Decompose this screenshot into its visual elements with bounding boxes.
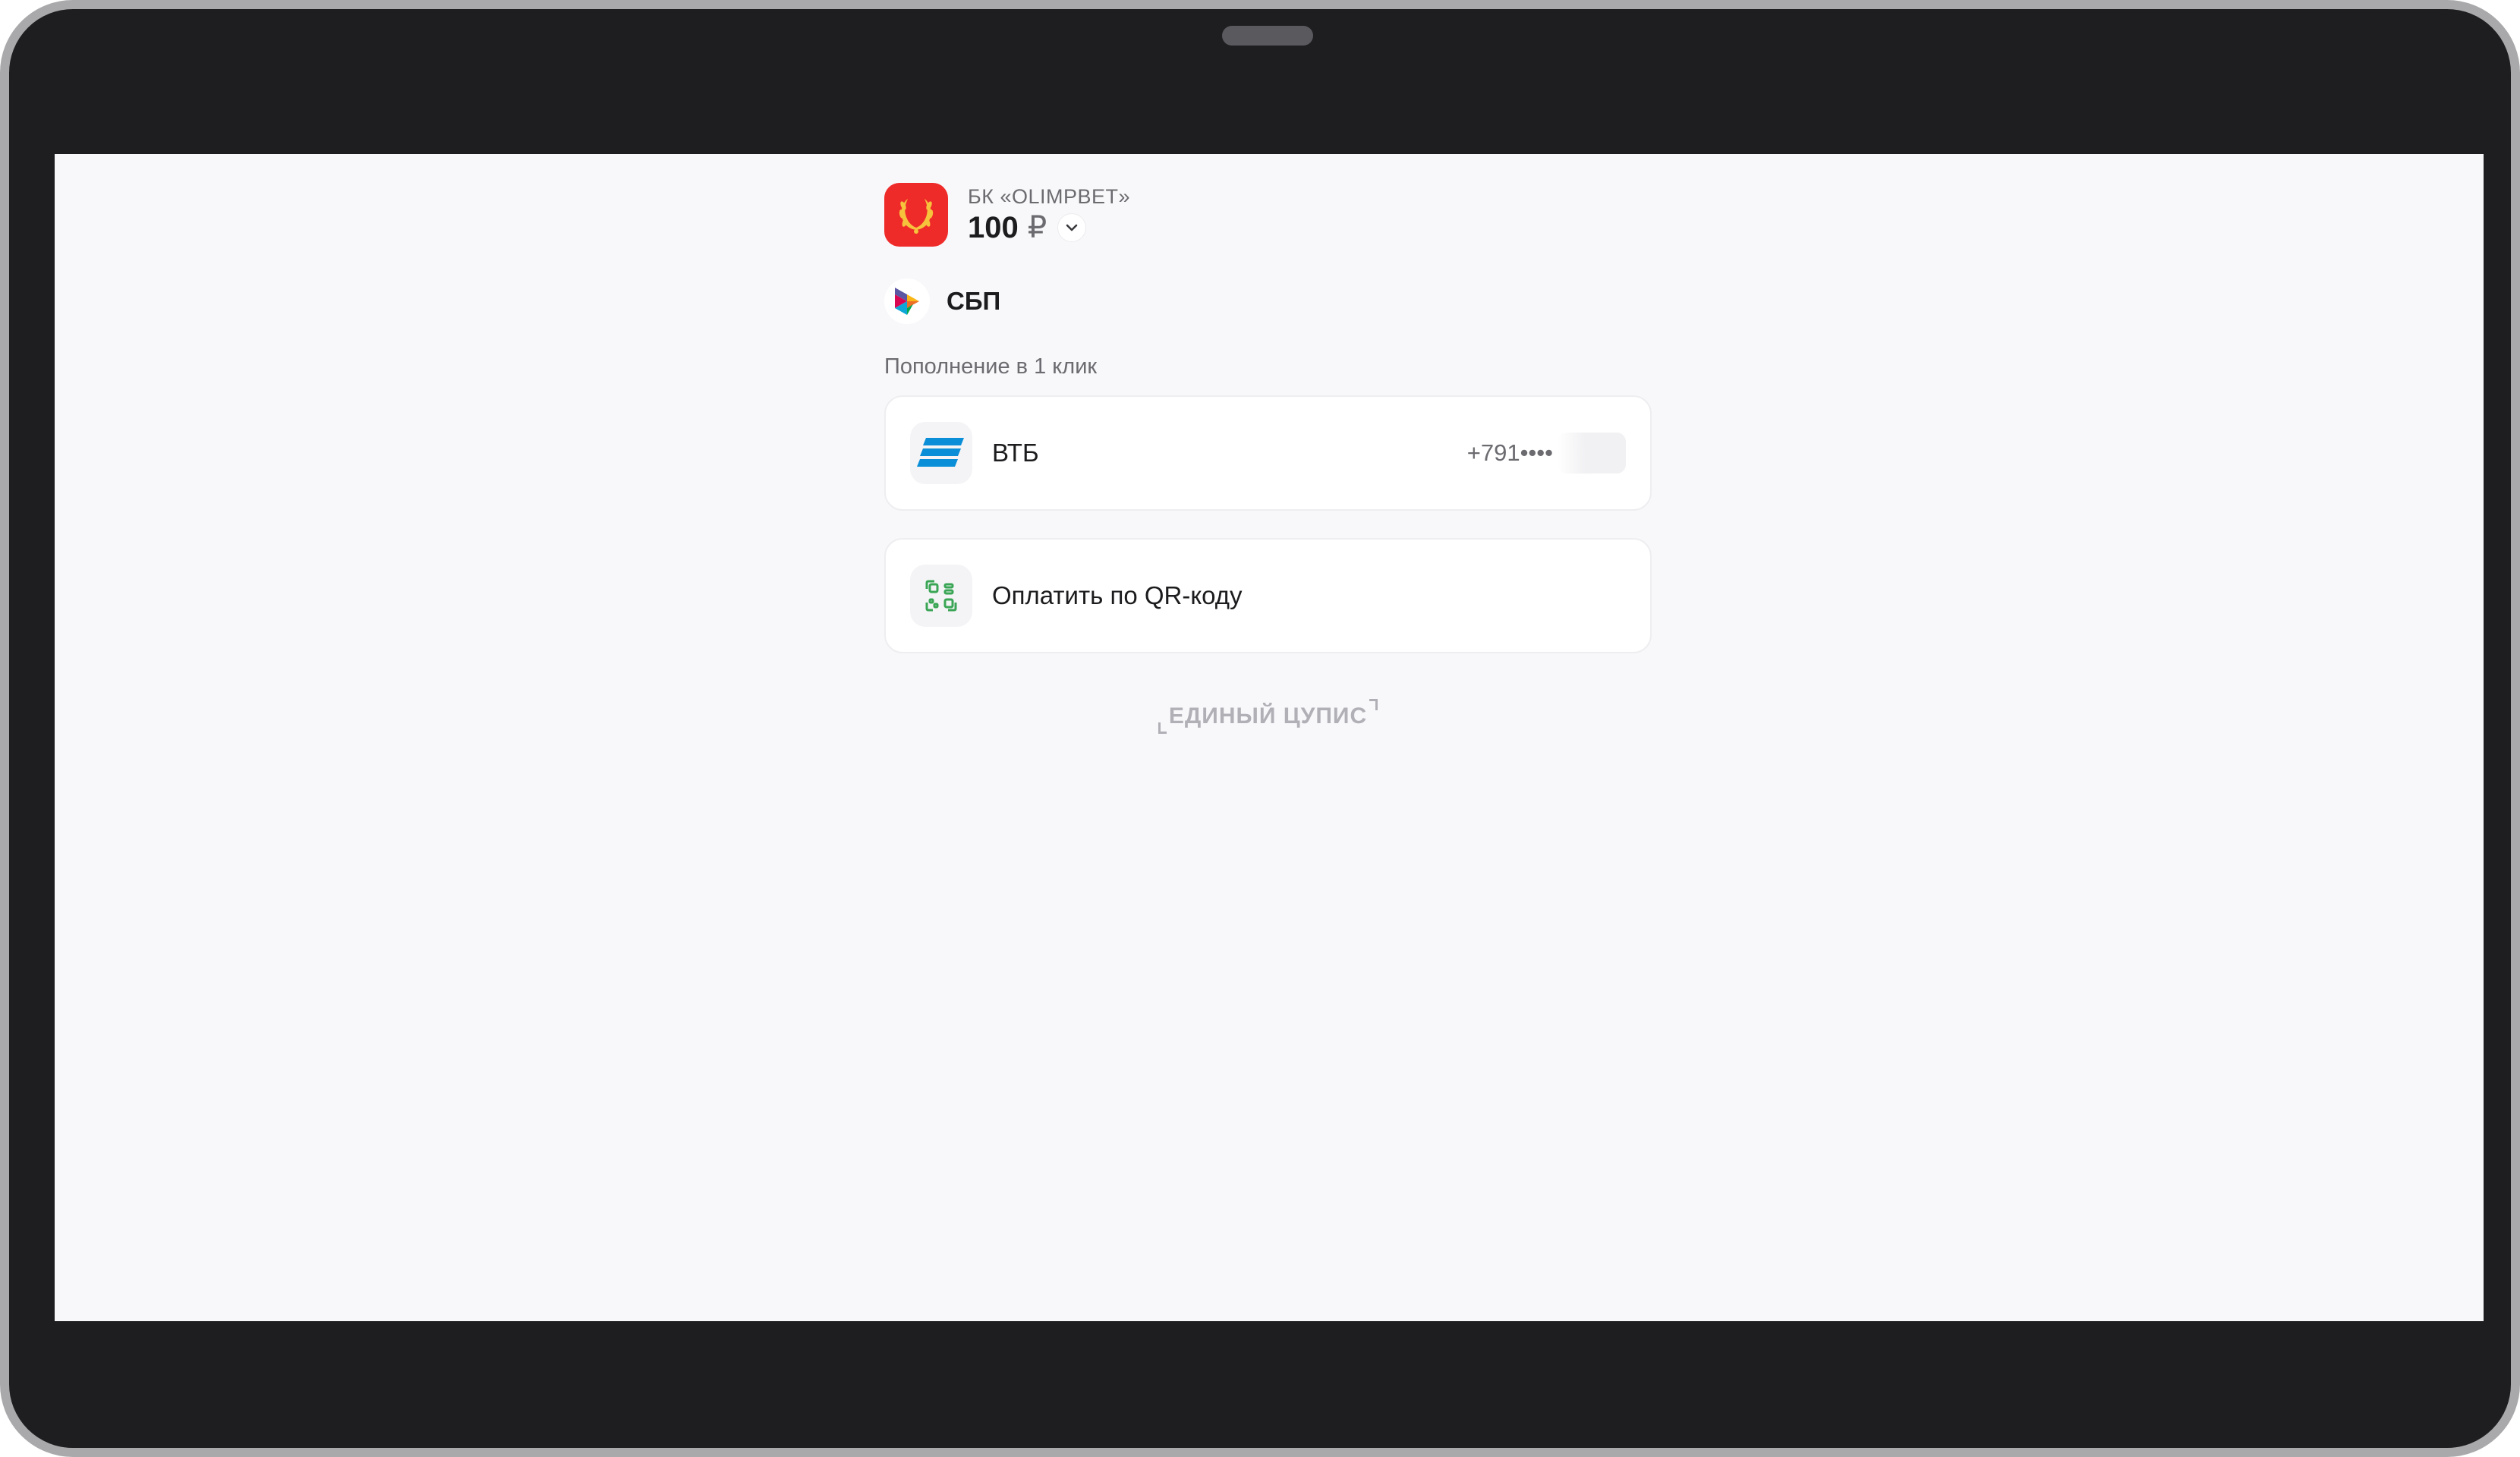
cupis-brand-text: ЕДИНЫЙ ЦУПИС bbox=[1168, 703, 1368, 728]
bracket-right-icon bbox=[1369, 699, 1378, 710]
qr-code-icon bbox=[910, 565, 972, 627]
camera-notch bbox=[1222, 26, 1313, 46]
payment-method-label: СБП bbox=[947, 287, 1001, 315]
bank-name: ВТБ bbox=[992, 439, 1039, 467]
footer-brand: ЕДИНЫЙ ЦУПИС bbox=[884, 699, 1652, 741]
laurel-wreath-icon bbox=[884, 183, 948, 247]
bank-phone: +791•••• bbox=[1467, 433, 1626, 474]
phone-mask-overlay bbox=[1558, 433, 1626, 474]
bank-option-vtb[interactable]: ВТБ +791•••• bbox=[884, 395, 1652, 511]
payment-amount: 100 bbox=[968, 211, 1019, 244]
amount-expand-button[interactable] bbox=[1057, 213, 1087, 242]
chevron-down-icon bbox=[1066, 224, 1078, 231]
masked-phone-number: +791•••• bbox=[1466, 439, 1553, 466]
vtb-logo-icon bbox=[910, 422, 972, 484]
payment-panel: БК «OLIMPBET» 100 ₽ СБП Пополнение в 1 к… bbox=[884, 183, 1652, 741]
qr-payment-option[interactable]: Оплатить по QR-коду bbox=[884, 538, 1652, 653]
amount-row[interactable]: 100 ₽ bbox=[968, 210, 1130, 245]
cupis-logo: ЕДИНЫЙ ЦУПИС bbox=[1158, 699, 1378, 734]
bracket-left-icon bbox=[1158, 722, 1167, 734]
merchant-header: БК «OLIMPBET» 100 ₽ bbox=[884, 183, 1652, 247]
currency-symbol: ₽ bbox=[1027, 211, 1047, 244]
qr-payment-label: Оплатить по QR-коду bbox=[992, 581, 1243, 609]
one-click-title: Пополнение в 1 клик bbox=[884, 354, 1098, 379]
screen: БК «OLIMPBET» 100 ₽ СБП Пополнение в 1 к… bbox=[55, 154, 2484, 1321]
merchant-info: БК «OLIMPBET» 100 ₽ bbox=[968, 184, 1130, 245]
tablet-frame: БК «OLIMPBET» 100 ₽ СБП Пополнение в 1 к… bbox=[0, 0, 2520, 1457]
payment-method: СБП bbox=[884, 278, 1652, 324]
merchant-name: БК «OLIMPBET» bbox=[968, 185, 1131, 208]
sbp-logo-icon bbox=[884, 278, 930, 324]
